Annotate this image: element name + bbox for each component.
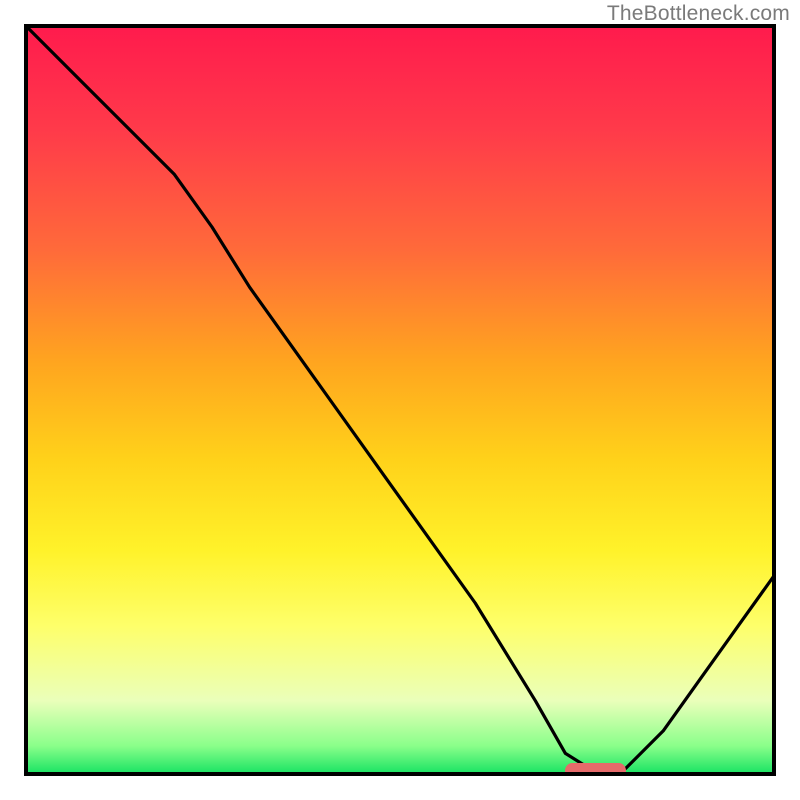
chart-frame: TheBottleneck.com	[0, 0, 800, 800]
plot-area	[24, 24, 776, 776]
minimum-marker	[565, 763, 625, 776]
bottleneck-curve	[24, 24, 776, 776]
watermark-text: TheBottleneck.com	[607, 2, 790, 26]
